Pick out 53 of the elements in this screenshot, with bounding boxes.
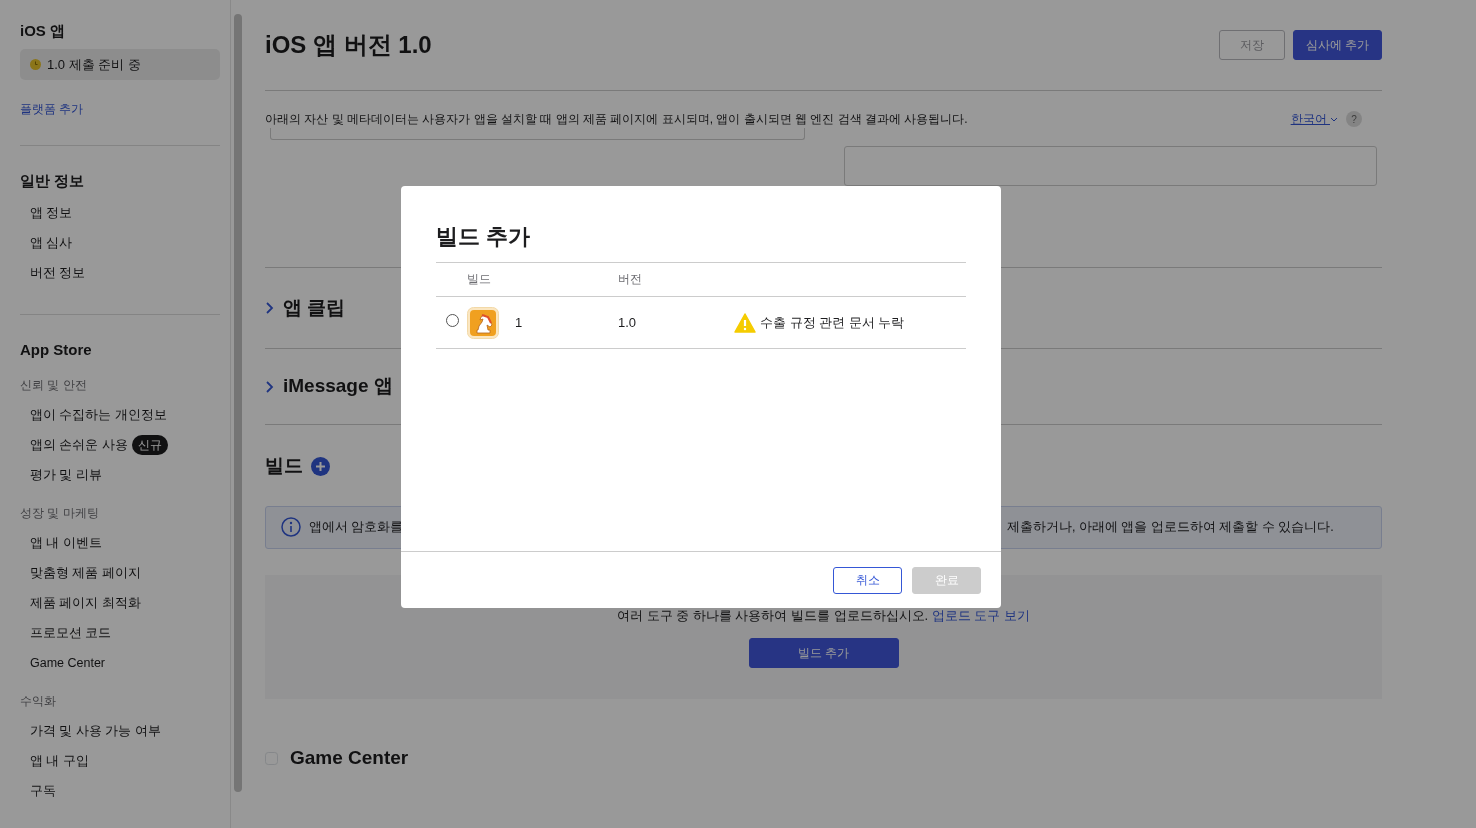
section-title: iMessage 앱 bbox=[283, 375, 393, 398]
status-text: 1.0 제출 준비 중 bbox=[47, 55, 141, 74]
warning-icon bbox=[734, 312, 756, 333]
file-field[interactable] bbox=[844, 146, 1377, 186]
section-title: 앱 클립 bbox=[283, 296, 346, 320]
column-header: 빌드 bbox=[467, 273, 491, 286]
new-badge: 신규 bbox=[131, 434, 168, 455]
sidebar-item[interactable]: 가격 및 사용 가능 여부 bbox=[20, 715, 161, 746]
sidebar-item[interactable]: 구독 bbox=[20, 775, 56, 806]
cancel-button[interactable]: 취소 bbox=[833, 566, 902, 594]
sidebar-item[interactable]: 앱 심사 bbox=[20, 228, 73, 258]
category-heading: 성장 및 마케팅 bbox=[20, 504, 100, 522]
chevron-icon[interactable] bbox=[265, 301, 275, 315]
sidebar-item[interactable]: 맞춤형 제품 페이지 bbox=[20, 557, 141, 588]
submit-button[interactable]: 심사에 추가 bbox=[1292, 30, 1382, 60]
add-build-button[interactable]: 빌드 추가 bbox=[748, 637, 899, 668]
version-cell: 1.0 bbox=[617, 296, 733, 349]
sidebar-item[interactable]: Game Center bbox=[20, 647, 106, 678]
info-icon bbox=[281, 517, 301, 538]
chevron-icon[interactable] bbox=[265, 379, 275, 394]
sidebar-item[interactable]: 버전 정보 bbox=[20, 258, 86, 288]
sidebar-item[interactable]: 앱 정보 bbox=[20, 198, 73, 228]
platform-title: iOS 앱 bbox=[20, 21, 66, 41]
modal-title: 빌드 추가 bbox=[436, 224, 532, 251]
sidebar-item[interactable]: 앱 내 구입 bbox=[20, 745, 89, 776]
section-title: App Store bbox=[20, 340, 93, 360]
sidebar-item[interactable]: 프로모션 코드 bbox=[20, 617, 112, 648]
sidebar-item[interactable]: 앱 내 이벤트 bbox=[20, 527, 102, 558]
sidebar-item[interactable]: 앱의 손쉬운 사용 bbox=[20, 429, 128, 460]
page-title: iOS 앱 버전 1.0 bbox=[265, 30, 432, 60]
section-title: Game Center bbox=[290, 746, 409, 770]
sidebar-item[interactable]: 제품 페이지 최적화 bbox=[20, 587, 141, 618]
info-text: 제출하거나, 아래에 앱을 업로드하여 제출할 수 있습니다. bbox=[1007, 518, 1334, 536]
chevron-down-icon[interactable] bbox=[1330, 116, 1338, 123]
add-icon[interactable] bbox=[311, 456, 330, 476]
language-dropdown[interactable]: 한국어 bbox=[1290, 110, 1338, 128]
scrollbar-thumb[interactable] bbox=[234, 14, 242, 792]
section-title: 일반 정보 bbox=[20, 170, 86, 191]
section-title: 빌드 bbox=[265, 455, 303, 478]
info-text: 앱에서 암호화를 bbox=[309, 518, 404, 536]
column-header: 버전 bbox=[618, 273, 642, 286]
upload-tools-link[interactable]: 업로드 도구 보기 bbox=[931, 608, 1031, 624]
clock-icon bbox=[30, 58, 41, 70]
upload-text: 여러 도구 중 하나를 사용하여 빌드를 업로드하십시오. 업로드 도구 보기 bbox=[616, 607, 1031, 626]
sidebar-item[interactable]: 평가 및 리뷰 bbox=[20, 459, 102, 490]
sidebar-item[interactable]: 앱이 수집하는 개인정보 bbox=[20, 399, 167, 430]
app-icon bbox=[467, 306, 499, 339]
description-text: 아래의 자산 및 메타데이터는 사용자가 앱을 설치할 때 앱의 제품 페이지에 표시되며, 앱이 출시되면 웹 엔진 검색 결과에 사용됩니다. bbox=[265, 111, 968, 128]
build-number: 1 bbox=[515, 314, 523, 333]
category-heading: 신뢰 및 안전 bbox=[20, 376, 88, 394]
add-platform-link[interactable]: 플랫폼 추가 bbox=[20, 100, 84, 118]
category-heading: 수익화 bbox=[20, 692, 57, 710]
warning-text: 수출 규정 관련 문서 누락 bbox=[760, 314, 905, 333]
